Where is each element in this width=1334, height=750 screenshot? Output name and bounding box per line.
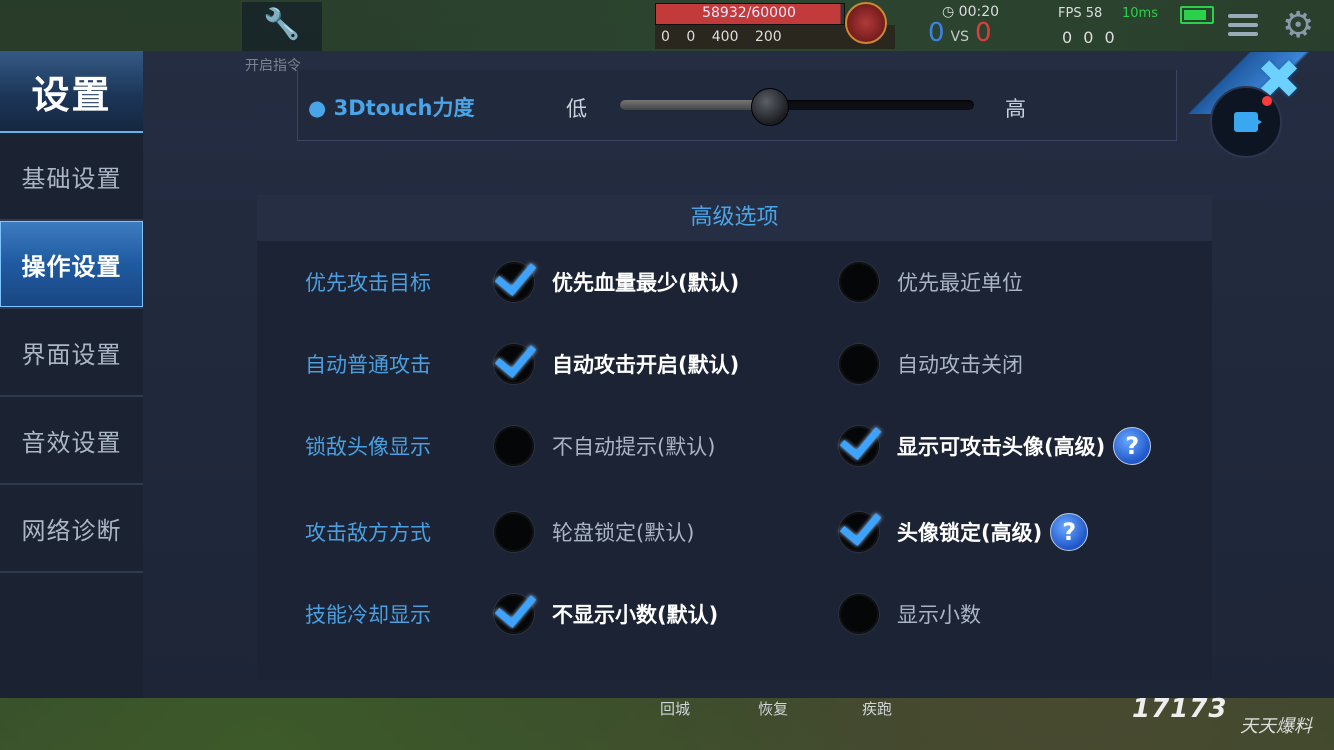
touch-slider-fill [620, 100, 769, 110]
fps-readout: FPS 58 [1058, 6, 1103, 21]
touch-slider-knob[interactable] [750, 88, 789, 126]
option-label: 自动攻击关闭 [897, 353, 1023, 377]
option-label: 显示可攻击头像(高级) [897, 435, 1106, 459]
tab-sound[interactable]: 音效设置 [0, 397, 143, 485]
option-label: 自动攻击开启(默认) [552, 353, 740, 377]
tab-controls[interactable]: 操作设置 [0, 221, 143, 309]
settings-sidebar: 设置 基础设置 操作设置 界面设置 音效设置 网络诊断 [0, 51, 143, 698]
checkbox[interactable] [494, 594, 534, 634]
hp-text: 58932/60000 [702, 5, 796, 21]
ping-readout: 10ms [1122, 6, 1158, 21]
skill-heal[interactable]: 恢复 [758, 698, 788, 719]
option-label: 显示小数 [897, 603, 981, 627]
option-show-attackable-avatar[interactable]: 显示可攻击头像(高级) ? [839, 426, 1152, 466]
help-icon[interactable]: ? [1113, 427, 1152, 465]
gold-b: 200 [754, 29, 782, 45]
tab-interface[interactable]: 界面设置 [0, 309, 143, 397]
hero-avatar [845, 2, 887, 44]
checkbox[interactable] [839, 262, 879, 302]
gold-a: 400 [711, 29, 739, 45]
option-no-auto-hint[interactable]: 不自动提示(默认) [494, 426, 715, 466]
menu-icon[interactable] [1228, 14, 1258, 42]
option-no-decimals[interactable]: 不显示小数(默认) [494, 594, 718, 634]
record-button[interactable] [1210, 86, 1282, 158]
minimap[interactable] [0, 0, 240, 52]
row-label-target-priority: 优先攻击目标 [305, 271, 431, 295]
option-auto-attack-on[interactable]: 自动攻击开启(默认) [494, 344, 739, 384]
help-icon[interactable]: ? [1050, 513, 1089, 551]
watermark: 天天爆料 [1240, 716, 1312, 737]
row-label-cooldown: 技能冷却显示 [305, 603, 431, 627]
row-label-auto-attack: 自动普通攻击 [305, 353, 431, 377]
touch-label: ● 3Dtouch力度 [308, 96, 475, 120]
checkbox[interactable] [839, 594, 879, 634]
skill-sprint[interactable]: 疾跑 [862, 698, 892, 719]
checkbox[interactable] [494, 426, 534, 466]
option-show-decimals[interactable]: 显示小数 [839, 594, 981, 634]
row-label-attack-mode: 攻击敌方方式 [305, 521, 431, 545]
option-label: 轮盘锁定(默认) [552, 521, 695, 545]
slider-high-label: 高 [1005, 97, 1026, 121]
tab-network[interactable]: 网络诊断 [0, 485, 143, 573]
kills-count: 0 [661, 29, 670, 45]
checkbox[interactable] [839, 512, 879, 552]
battery-icon [1180, 6, 1214, 24]
checkbox[interactable] [839, 426, 879, 466]
option-avatar-lock[interactable]: 头像锁定(高级) ? [839, 512, 1089, 552]
hint-text: 开启指令 [245, 58, 301, 74]
row-label-lock-avatar: 锁敌头像显示 [305, 435, 431, 459]
site-logo: 17173 [1132, 694, 1228, 724]
team-score: 0 VS 0 [928, 18, 992, 48]
vs-label: VS [950, 29, 970, 45]
wrench-icon[interactable]: 🔧 [242, 2, 322, 52]
option-auto-attack-off[interactable]: 自动攻击关闭 [839, 344, 1023, 384]
checkbox[interactable] [839, 344, 879, 384]
top-hud: 🔧 58932/60000 0 0 400 200 ◷ 00:20 0 VS 0 F… [0, 0, 1334, 52]
checkbox[interactable] [494, 262, 534, 302]
record-dot [1262, 96, 1272, 106]
option-label: 头像锁定(高级) [897, 521, 1043, 545]
option-label: 优先血量最少(默认) [552, 271, 740, 295]
skill-recall[interactable]: 回城 [660, 698, 690, 719]
video-camera-icon [1234, 112, 1262, 132]
advanced-title: 高级选项 [257, 195, 1212, 241]
kda-readout: 0 0 0 [1062, 28, 1115, 47]
slider-low-label: 低 [566, 97, 587, 121]
tab-basic[interactable]: 基础设置 [0, 133, 143, 221]
score-red: 0 [975, 18, 992, 48]
option-lowest-hp[interactable]: 优先血量最少(默认) [494, 262, 739, 302]
option-label: 优先最近单位 [897, 271, 1023, 295]
option-nearest-unit[interactable]: 优先最近单位 [839, 262, 1023, 302]
gear-icon[interactable]: ⚙ [1282, 8, 1314, 44]
checkbox[interactable] [494, 512, 534, 552]
score-blue: 0 [928, 18, 945, 48]
settings-title: 设置 [0, 51, 143, 133]
option-label: 不自动提示(默认) [552, 435, 716, 459]
option-wheel-lock[interactable]: 轮盘锁定(默认) [494, 512, 694, 552]
option-label: 不显示小数(默认) [552, 603, 719, 627]
assists-count: 0 [686, 29, 696, 45]
checkbox[interactable] [494, 344, 534, 384]
